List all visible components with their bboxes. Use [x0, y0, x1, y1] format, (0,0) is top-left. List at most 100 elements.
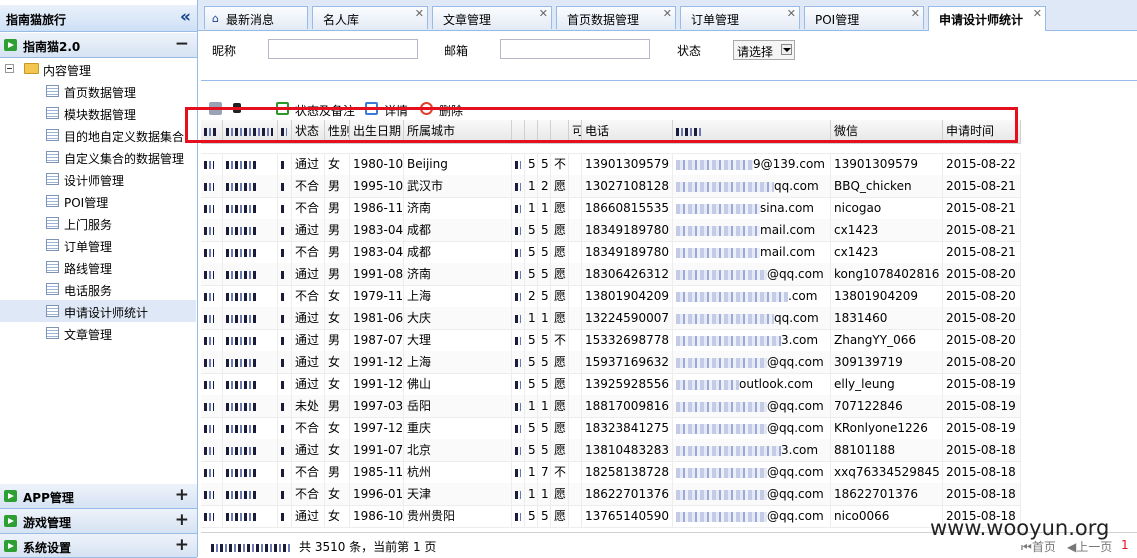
table-row[interactable]: 通过女 1991-12- 佛山 5 5 愿 13925928556 outlook.com el… [201, 373, 1021, 396]
redacted-value [281, 270, 285, 279]
email-input[interactable] [500, 39, 650, 59]
section-icon [4, 515, 17, 527]
section-zhinanmao[interactable]: 指南猫2.0 − [0, 33, 197, 58]
close-icon[interactable]: ✕ [663, 7, 672, 20]
expand-icon[interactable]: + [175, 510, 189, 530]
sidebar-item[interactable]: 文章管理 [0, 322, 196, 344]
tab[interactable]: 申请设计师统计 ✕ [928, 6, 1046, 31]
table-row[interactable]: 不合女 1997-12- 重庆 5 5 愿 18323841275 @qq.com KRonly… [201, 417, 1021, 440]
sidebar-item[interactable]: 申请设计师统计 [0, 300, 196, 322]
collapse-sidebar-icon[interactable]: « [180, 7, 191, 27]
tab[interactable]: POI管理 ✕ [804, 6, 924, 29]
first-page-button[interactable]: ⏮首页 [1021, 538, 1056, 555]
table-cell: 2 [525, 285, 538, 307]
nickname-input[interactable] [268, 39, 418, 59]
table-cell: 不 [551, 329, 569, 351]
collapse-icon[interactable]: − [175, 34, 189, 54]
section-system[interactable]: 系统设置 + [0, 534, 197, 558]
sidebar-item[interactable]: 首页数据管理 [0, 80, 196, 102]
tab[interactable]: 文章管理 ✕ [432, 6, 552, 29]
redacted-email [676, 423, 767, 434]
table-row[interactable]: 未处男 1997-03- 岳阳 1 1 愿 18817009816 @qq.com 707122… [201, 395, 1021, 418]
redacted-value [204, 358, 214, 367]
close-icon[interactable]: ✕ [911, 7, 920, 20]
table-cell [223, 263, 278, 285]
table-row[interactable]: 通过男 1983-04- 成都 5 5 愿 18349189780 mail.com cx142… [201, 219, 1021, 242]
tab[interactable]: ⌂ 最新消息 [204, 6, 308, 29]
close-icon[interactable]: ✕ [539, 7, 548, 20]
redacted-value [204, 512, 214, 521]
status-select[interactable]: 请选择 [733, 40, 795, 60]
table-cell: 1 [538, 307, 551, 329]
tab[interactable]: 订单管理 ✕ [680, 6, 800, 29]
table-cell [223, 395, 278, 417]
redacted-value [226, 358, 256, 367]
table-cell [512, 483, 525, 505]
sidebar-item[interactable]: 路线管理 [0, 256, 196, 278]
table-row[interactable]: 不合男 1985-11- 杭州 1 7 不 18258138728 @qq.com xxq763… [201, 461, 1021, 484]
table-cell: 女 [325, 483, 350, 505]
redacted-value [281, 292, 285, 301]
tab[interactable]: 名人库 ✕ [312, 6, 428, 29]
table-row[interactable]: 不合男 1983-04- 成都 5 5 愿 18349189780 mail.com cx142… [201, 241, 1021, 264]
redacted-value [515, 512, 521, 521]
table-row[interactable]: 通过女 1991-07- 北京 5 5 愿 13810483283 3.com 88101188… [201, 439, 1021, 462]
sidebar-item[interactable]: 自定义集合的数据管理 [0, 146, 196, 168]
table-cell [569, 483, 582, 505]
sidebar-item-label: 设计师管理 [64, 174, 125, 188]
table-cell [512, 241, 525, 263]
table-cell [569, 351, 582, 373]
table-cell [569, 153, 582, 175]
table-cell: 女 [325, 373, 350, 395]
table-cell: KRonlyone1226 [831, 417, 943, 439]
section-app[interactable]: APP管理 + [0, 484, 197, 509]
table-row[interactable]: 通过男 1987-07- 大理 5 5 不 15332698778 3.com ZhangYY_… [201, 329, 1021, 352]
table-row[interactable]: 通过男 1991-08- 济南 5 5 愿 18306426312 @qq.com kong10… [201, 263, 1021, 286]
sidebar-item[interactable]: 订单管理 [0, 234, 196, 256]
table-cell: 88101188 [831, 439, 943, 461]
table-row[interactable]: 不合男 1986-11- 济南 1 1 愿 18660815535 sina.com nicog… [201, 197, 1021, 220]
table-row[interactable]: 通过女 1980-10- Beijing 5 5 不 13901309579 9@139.co… [201, 153, 1021, 176]
table-cell: 3.com [673, 329, 831, 351]
table-cell [201, 197, 223, 219]
redacted-value [281, 468, 285, 477]
table-row[interactable]: 通过女 1986-10- 贵州贵阳 5 5 愿 13765140590 @qq.com nico… [201, 505, 1021, 528]
table-row[interactable]: 不合男 1995-10- 武汉市 1 2 愿 13027108128 qq.com BBQ_ch… [201, 175, 1021, 198]
table-cell [569, 175, 582, 197]
redacted-value [226, 446, 256, 455]
close-icon[interactable]: ✕ [787, 7, 796, 20]
table-cell: 13765140590 [582, 505, 673, 527]
tab[interactable]: 首页数据管理 ✕ [556, 6, 676, 29]
sidebar-item[interactable]: 目的地自定义数据集合 [0, 124, 196, 146]
tree-folder-content[interactable]: 内容管理 [0, 58, 196, 80]
sidebar-item[interactable]: 电话服务 [0, 278, 196, 300]
table-cell: 1 [538, 197, 551, 219]
close-icon[interactable]: ✕ [1033, 7, 1042, 20]
table-row[interactable]: 通过女 1991-12- 上海 5 5 愿 15937169632 @qq.com 309139… [201, 351, 1021, 374]
expand-icon[interactable]: + [175, 535, 189, 555]
collapse-node-icon[interactable] [5, 64, 14, 73]
table-row[interactable]: 不合女 1979-11- 上海 2 5 愿 13801904209 .com 138019042… [201, 285, 1021, 308]
redacted-value [281, 248, 285, 257]
table-cell: 18622701376 [831, 483, 943, 505]
sidebar-item[interactable]: 设计师管理 [0, 168, 196, 190]
table-cell: 1831460 [831, 307, 943, 329]
table-cell [201, 439, 223, 461]
table-cell [278, 395, 292, 417]
section-game[interactable]: 游戏管理 + [0, 509, 197, 534]
redacted-value [204, 336, 214, 345]
sidebar-item[interactable]: 模块数据管理 [0, 102, 196, 124]
sidebar-item[interactable]: 上门服务 [0, 212, 196, 234]
page-number[interactable]: 1 [1121, 538, 1129, 552]
table-cell: elly_leung [831, 373, 943, 395]
sidebar-item-label: 目的地自定义数据集合 [64, 130, 185, 144]
table-row[interactable]: 不合女 1996-01- 天津 1 1 愿 18622701376 @qq.com 186227… [201, 483, 1021, 506]
sidebar-item[interactable]: POI管理 [0, 190, 196, 212]
table-cell: 武汉市 [404, 175, 512, 197]
table-cell [223, 461, 278, 483]
expand-icon[interactable]: + [175, 485, 189, 505]
close-icon[interactable]: ✕ [415, 7, 424, 20]
table-cell: 2015-08-21 [943, 241, 1021, 263]
prev-page-button[interactable]: ◀上一页 [1067, 538, 1112, 555]
table-row[interactable]: 通过女 1981-06- 大庆 1 1 愿 13224590007 qq.com 1831460… [201, 307, 1021, 330]
